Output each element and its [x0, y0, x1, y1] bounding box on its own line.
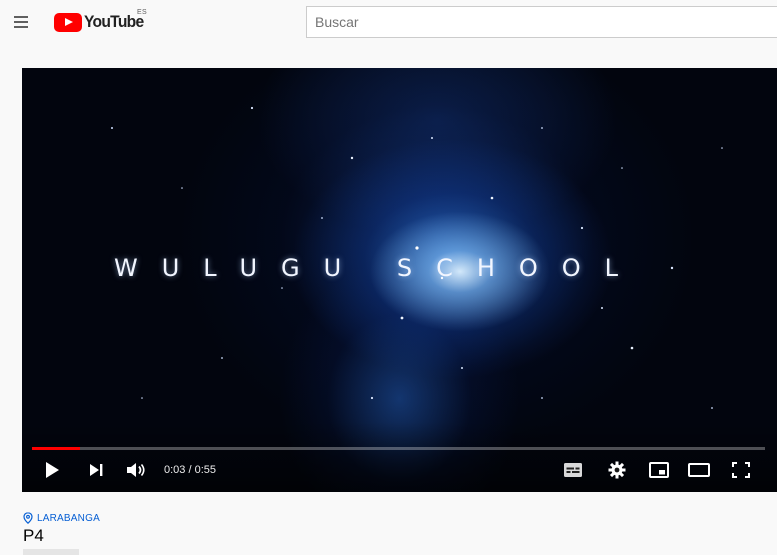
- time-separator: /: [185, 464, 195, 476]
- menu-icon[interactable]: [12, 10, 32, 34]
- fullscreen-icon: [732, 462, 750, 478]
- youtube-watch-page: YouTube ES Buscar WULUGU SCHOOL 0:03 / 0…: [0, 0, 777, 555]
- current-time: 0:03: [164, 464, 186, 476]
- duration: 0:55: [194, 464, 217, 476]
- fullscreen-button[interactable]: [726, 457, 756, 483]
- time-display: 0:03 / 0:55: [164, 464, 216, 476]
- progress-bar[interactable]: [32, 447, 765, 450]
- volume-icon: [127, 463, 145, 477]
- country-code: ES: [137, 9, 147, 16]
- progress-played: [32, 447, 81, 450]
- youtube-logo[interactable]: YouTube: [54, 10, 149, 34]
- miniplayer-button[interactable]: [644, 457, 674, 483]
- play-button[interactable]: [38, 457, 66, 483]
- search-box[interactable]: [306, 6, 777, 38]
- video-player[interactable]: WULUGU SCHOOL 0:03 / 0:55: [22, 68, 777, 492]
- subtitles-button[interactable]: [558, 457, 588, 483]
- theater-mode-icon: [688, 463, 710, 477]
- next-icon: [90, 464, 103, 476]
- location-link[interactable]: LARABANGA: [23, 512, 100, 524]
- settings-icon: [608, 461, 626, 479]
- logo-text: YouTube: [84, 12, 144, 31]
- next-button[interactable]: [82, 457, 110, 483]
- theater-mode-button[interactable]: [684, 457, 714, 483]
- masthead: YouTube ES: [0, 0, 777, 44]
- location-label: LARABANGA: [37, 512, 100, 524]
- action-button-placeholder[interactable]: [23, 549, 79, 555]
- volume-button[interactable]: [122, 457, 150, 483]
- video-title: P4: [23, 526, 44, 545]
- miniplayer-icon: [649, 462, 669, 478]
- video-overlay-title: WULUGU SCHOOL: [114, 254, 643, 282]
- location-pin-icon: [23, 512, 33, 524]
- settings-button[interactable]: [602, 457, 632, 483]
- search-input[interactable]: [315, 14, 777, 30]
- play-icon: [46, 462, 59, 478]
- youtube-play-logo-icon: [54, 12, 82, 32]
- subtitles-icon: [564, 463, 582, 477]
